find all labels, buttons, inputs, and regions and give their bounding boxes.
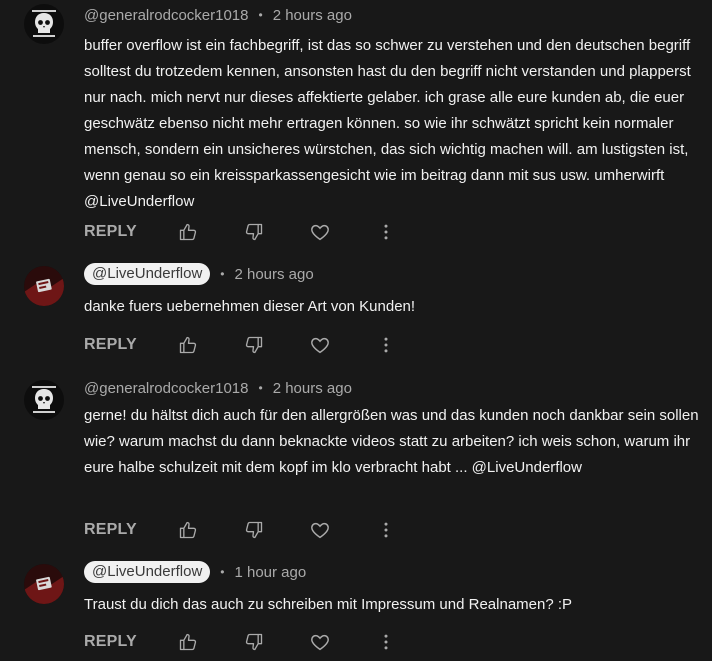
comment-body: @generalrodcocker1018 • 2 hours ago buff… xyxy=(84,3,702,215)
avatar[interactable] xyxy=(24,380,64,420)
comment-text: buffer overflow ist ein fachbegriff, ist… xyxy=(84,37,691,210)
comment-author[interactable]: @generalrodcocker1018 xyxy=(84,380,249,397)
comment-text: Traust du dich das auch zu schreiben mit… xyxy=(84,596,573,613)
comment-actions: REPLY xyxy=(84,630,398,654)
like-icon[interactable] xyxy=(176,518,200,542)
comment-meta: @generalrodcocker1018 • 2 hours ago xyxy=(84,376,702,400)
comment-author[interactable]: @generalrodcocker1018 xyxy=(84,7,249,24)
more-options-icon[interactable] xyxy=(374,518,398,542)
more-options-icon[interactable] xyxy=(374,220,398,244)
heart-icon[interactable] xyxy=(308,518,332,542)
comment-body: @generalrodcocker1018 • 2 hours ago gern… xyxy=(84,376,702,481)
comment-meta: @LiveUnderflow • 2 hours ago xyxy=(84,262,702,286)
comment-timestamp[interactable]: 2 hours ago xyxy=(234,266,313,283)
reply-button[interactable]: REPLY xyxy=(84,521,176,539)
comment-actions: REPLY xyxy=(84,518,398,542)
meta-separator: • xyxy=(220,267,225,281)
comment-timestamp[interactable]: 2 hours ago xyxy=(273,380,352,397)
comment-timestamp[interactable]: 1 hour ago xyxy=(234,564,306,581)
comment-text: gerne! du hältst dich auch für den aller… xyxy=(84,407,699,476)
heart-icon[interactable] xyxy=(308,333,332,357)
dislike-icon[interactable] xyxy=(242,220,266,244)
comment-thread: @generalrodcocker1018 • 2 hours ago buff… xyxy=(0,0,712,661)
comment-actions: REPLY xyxy=(84,333,398,357)
like-icon[interactable] xyxy=(176,220,200,244)
skull-logo-icon xyxy=(24,4,64,44)
heart-icon[interactable] xyxy=(308,220,332,244)
reply-button[interactable]: REPLY xyxy=(84,336,176,354)
more-options-icon[interactable] xyxy=(374,630,398,654)
dislike-icon[interactable] xyxy=(242,333,266,357)
reply-button[interactable]: REPLY xyxy=(84,223,176,241)
comment-body: @LiveUnderflow • 1 hour ago Traust du di… xyxy=(84,560,702,618)
dislike-icon[interactable] xyxy=(242,630,266,654)
reply-button[interactable]: REPLY xyxy=(84,633,176,651)
like-icon[interactable] xyxy=(176,333,200,357)
more-options-icon[interactable] xyxy=(374,333,398,357)
dislike-icon[interactable] xyxy=(242,518,266,542)
channel-avatar-icon xyxy=(24,266,64,306)
meta-separator: • xyxy=(220,565,225,579)
comment-timestamp[interactable]: 2 hours ago xyxy=(273,7,352,24)
comment-author-channel-owner[interactable]: @LiveUnderflow xyxy=(84,263,211,285)
avatar[interactable] xyxy=(24,266,64,306)
meta-separator: • xyxy=(258,381,263,395)
avatar[interactable] xyxy=(24,4,64,44)
comment-body: @LiveUnderflow • 2 hours ago danke fuers… xyxy=(84,262,702,320)
comment-meta: @generalrodcocker1018 • 2 hours ago xyxy=(84,3,702,27)
avatar[interactable] xyxy=(24,564,64,604)
channel-avatar-icon xyxy=(24,564,64,604)
comment-text: danke fuers uebernehmen dieser Art von K… xyxy=(84,298,416,315)
comment-author-channel-owner[interactable]: @LiveUnderflow xyxy=(84,561,211,583)
skull-logo-icon xyxy=(24,380,64,420)
like-icon[interactable] xyxy=(176,630,200,654)
comment-meta: @LiveUnderflow • 1 hour ago xyxy=(84,560,702,584)
meta-separator: • xyxy=(258,8,263,22)
heart-icon[interactable] xyxy=(308,630,332,654)
comment-actions: REPLY xyxy=(84,220,398,244)
